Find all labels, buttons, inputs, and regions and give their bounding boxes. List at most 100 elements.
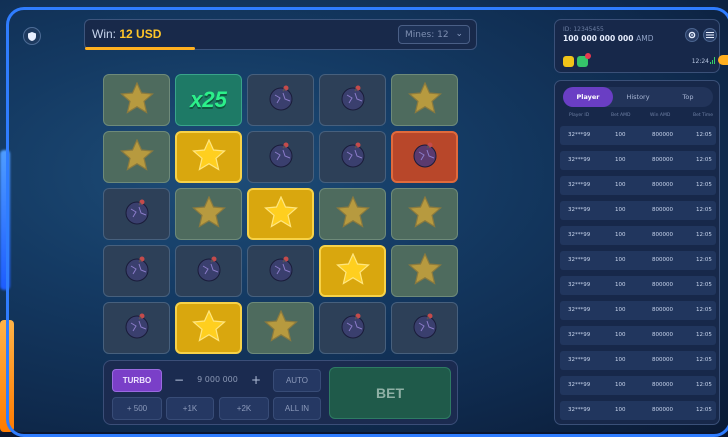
bet-row-time: 12:05 [696,307,712,313]
bet-row-amount: 100 [615,407,626,413]
bet-amount-stepper[interactable]: − 9 000 000 + [166,369,269,392]
tile-star[interactable] [103,74,170,126]
balance-currency: AMD [636,34,654,43]
tile-bomb[interactable] [103,245,170,297]
bet-row-player: 32***99 [568,182,591,188]
bet-row-player: 32***99 [568,332,591,338]
tile-bomb[interactable] [247,74,314,126]
tile-star[interactable] [175,302,242,354]
bet-row: 32***99 100 800000 12:05 [560,151,716,170]
star-icon [119,81,154,118]
tile-bomb[interactable] [391,302,458,354]
chevron-down-icon: ⌄ [455,29,463,39]
bet-row-player: 32***99 [568,232,591,238]
tile-bomb-hit[interactable] [391,131,458,183]
tile-bomb[interactable] [103,188,170,240]
tile-bomb[interactable] [175,245,242,297]
win-value: 12 USD [119,27,162,41]
bomb-icon [122,197,152,231]
quick-add-500-button[interactable]: + 500 [112,397,162,420]
bet-row: 32***99 100 800000 12:05 [560,376,716,395]
tile-star[interactable] [247,188,314,240]
tile-bomb[interactable] [247,131,314,183]
bet-row-player: 32***99 [568,132,591,138]
bet-row-win: 800000 [652,257,673,263]
bet-button[interactable]: BET [329,367,451,419]
bet-row-time: 12:05 [696,207,712,213]
tile-star[interactable] [175,131,242,183]
bet-row-time: 12:05 [696,332,712,338]
plus-button[interactable]: + [251,373,261,387]
balance-amount: 100 000 000 000 [563,34,634,43]
tile-bomb[interactable] [247,245,314,297]
bet-row-player: 32***99 [568,382,591,388]
star-icon [407,81,442,118]
bet-row-player: 32***99 [568,407,591,413]
tile-star[interactable] [175,188,242,240]
bet-row-win: 800000 [652,307,673,313]
shield-icon[interactable] [23,27,41,45]
account-panel: ID: 12345455 100 000 000 000 AMD 12:24 [554,19,720,73]
bet-row: 32***99 100 800000 12:05 [560,276,716,295]
bet-controls: TURBO − 9 000 000 + AUTO + 500 +1K +2K A… [103,360,458,425]
mines-select[interactable]: Mines: 12 ⌄ [398,25,470,44]
tab-player[interactable]: Player [563,87,613,107]
bet-row-amount: 100 [615,157,626,163]
bet-row-time: 12:05 [696,157,712,163]
tile-star[interactable] [391,74,458,126]
col-player-id: Player ID [569,113,590,118]
bomb-icon [122,311,152,345]
tab-top[interactable]: Top [663,87,713,107]
star-icon [191,309,226,346]
bet-row: 32***99 100 800000 12:05 [560,201,716,220]
bomb-icon [410,311,440,345]
side-tab-handle[interactable] [718,55,728,65]
bet-row: 32***99 100 800000 12:05 [560,226,716,245]
balance: 100 000 000 000 AMD [563,34,653,43]
win-label: Win: 12 USD [92,27,161,41]
left-edge-glow-orange [0,320,14,432]
multiplier-label: x25 [190,87,227,112]
tile-bomb[interactable] [103,302,170,354]
bet-row-player: 32***99 [568,357,591,363]
quick-add-1k-button[interactable]: +1K [166,397,214,420]
bet-row-time: 12:05 [696,232,712,238]
menu-icon[interactable] [703,28,717,42]
bet-row-amount: 100 [615,207,626,213]
coin-icon[interactable] [563,56,574,67]
tile-multiplier[interactable]: x25 [175,74,242,126]
tab-history[interactable]: History [613,87,663,107]
tile-bomb[interactable] [319,131,386,183]
tile-bomb[interactable] [319,302,386,354]
tile-bomb[interactable] [319,74,386,126]
gear-icon[interactable] [685,28,699,42]
star-icon [263,195,298,232]
turbo-button[interactable]: TURBO [112,369,162,392]
auto-button[interactable]: AUTO [273,369,321,392]
bomb-icon [266,254,296,288]
bomb-icon [338,83,368,117]
all-in-button[interactable]: ALL IN [273,397,321,420]
left-edge-glow [0,150,10,290]
bet-row: 32***99 100 800000 12:05 [560,401,716,420]
bet-row-amount: 100 [615,182,626,188]
bomb-icon [410,140,440,174]
bet-row: 32***99 100 800000 12:05 [560,251,716,270]
star-icon [335,252,370,289]
tile-star[interactable] [319,188,386,240]
bet-row-win: 800000 [652,182,673,188]
win-progress-bar [85,47,196,50]
tile-star[interactable] [391,188,458,240]
bomb-icon [338,311,368,345]
bet-row-player: 32***99 [568,307,591,313]
bomb-icon [338,140,368,174]
bet-row-win: 800000 [652,157,673,163]
bets-panel: Player History Top Player ID Bet AMD Win… [554,80,720,425]
tile-star[interactable] [103,131,170,183]
bet-row-win: 800000 [652,207,673,213]
win-label-text: Win: [92,27,116,41]
tile-star[interactable] [319,245,386,297]
tile-star[interactable] [391,245,458,297]
tile-star[interactable] [247,302,314,354]
quick-add-2k-button[interactable]: +2K [219,397,269,420]
